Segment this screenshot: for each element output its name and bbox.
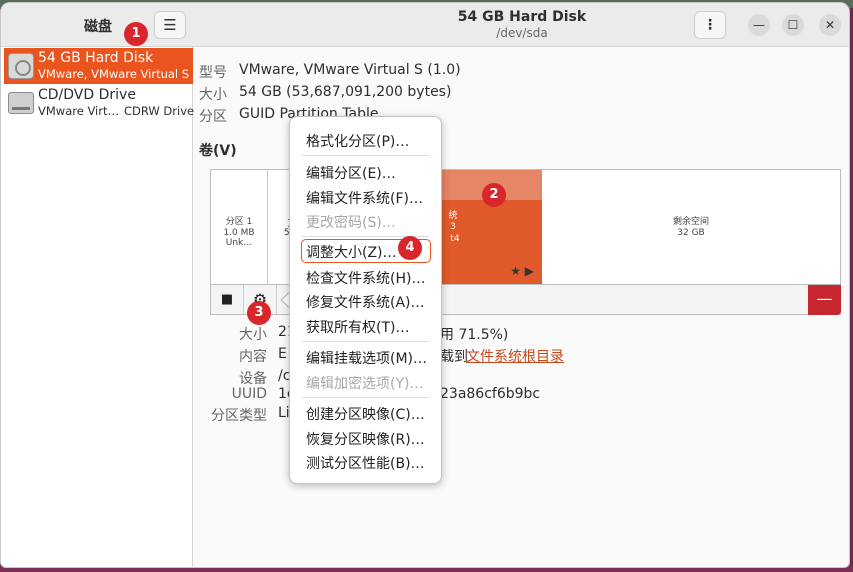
segment-size: 3 (450, 222, 456, 232)
drive-item-cd-dvd[interactable]: CD/DVD Drive VMware Virt… CDRW Drive (4, 85, 195, 121)
drive-list-pane: 磁盘 ☰ 54 GB Hard Disk VMware, VMware Virt… (1, 3, 195, 567)
menu-separator (302, 397, 429, 398)
drive-name: CD/DVD Drive (38, 87, 136, 103)
drive-item-hard-disk[interactable]: 54 GB Hard Disk VMware, VMware Virtual S (4, 48, 193, 84)
menu-item-edit-encryption-options: 编辑加密选项(Y)… (306, 376, 424, 392)
annotation-badge-2: 2 (482, 183, 506, 207)
header-bar: 54 GB Hard Disk /dev/sda ⋮ — ☐ ✕ (193, 3, 849, 47)
menu-item-change-passphrase: 更改密码(S)… (306, 215, 396, 231)
partition-content-label: 内容 (239, 349, 267, 365)
left-header: 磁盘 ☰ (1, 3, 193, 47)
stop-icon: ■ (220, 292, 234, 307)
partition-content-mounted: 载到 (440, 349, 468, 365)
segment-fstype: t4 (450, 234, 460, 244)
menu-item-resize[interactable]: 调整大小(Z)… (306, 242, 397, 262)
app-title: 磁盘 (84, 19, 112, 35)
minus-icon: — (816, 289, 833, 308)
drive-name: 54 GB Hard Disk (38, 50, 154, 66)
close-button[interactable]: ✕ (819, 14, 841, 36)
minimize-button[interactable]: — (748, 14, 770, 36)
menu-item-repair-filesystem[interactable]: 修复文件系统(A)… (306, 292, 425, 312)
segment-label: 剩余空间 (672, 217, 709, 227)
hamburger-icon: ☰ (163, 16, 177, 34)
menu-item-create-partition-image[interactable]: 创建分区映像(C)… (306, 404, 425, 424)
segment-label: 分区 1 (225, 217, 253, 227)
menu-separator (302, 341, 429, 342)
menu-separator (302, 155, 429, 156)
hard-disk-icon (8, 53, 34, 79)
drive-subtitle: VMware Virt… (38, 104, 119, 118)
menu-item-take-ownership[interactable]: 获取所有权(T)… (306, 317, 409, 337)
menu-item-edit-partition[interactable]: 编辑分区(E)… (306, 163, 396, 183)
size-value: 54 GB (53,687,091,200 bytes) (239, 84, 452, 100)
disks-window: 磁盘 ☰ 54 GB Hard Disk VMware, VMware Virt… (0, 2, 850, 568)
annotation-badge-4: 4 (398, 236, 422, 260)
partition-content-value: E (278, 346, 287, 362)
annotation-badge-3: 3 (247, 301, 271, 325)
partition-uuid-tail: 23a86cf6b9bc (440, 386, 541, 402)
partition-type-value: Li (278, 405, 290, 421)
volume-segment-free-space[interactable]: 剩余空间 32 GB (542, 170, 840, 284)
optical-drive-icon (8, 92, 34, 114)
minimize-icon: — (753, 18, 765, 32)
drive-options-button[interactable]: ⋮ (694, 11, 726, 39)
unmount-button[interactable]: ■ (211, 285, 244, 314)
partition-uuid-label: UUID (231, 386, 267, 402)
kebab-menu-icon: ⋮ (703, 17, 717, 33)
mounted-star-play-icon: ★ ▶ (510, 264, 534, 278)
menu-item-restore-partition-image[interactable]: 恢复分区映像(R)… (306, 429, 425, 449)
menu-item-edit-filesystem[interactable]: 编辑文件系统(F)… (306, 188, 423, 208)
close-icon: ✕ (824, 18, 836, 32)
partition-type-label: 分区类型 (211, 408, 267, 424)
segment-label: 统 (448, 211, 458, 221)
maximize-button[interactable]: ☐ (782, 14, 804, 36)
menu-item-format-partition[interactable]: 格式化分区(P)… (306, 131, 409, 151)
segment-size: 32 GB (677, 228, 705, 238)
model-label: 型号 (199, 65, 227, 81)
drive-type: CDRW Drive (124, 104, 195, 118)
menu-item-benchmark-partition[interactable]: 测试分区性能(B)… (306, 453, 425, 473)
partition-size-usage: 用 71.5%) (440, 327, 509, 343)
annotation-badge-1: 1 (124, 22, 148, 46)
main-menu-button[interactable]: ☰ (154, 11, 186, 39)
volume-segment-partition-1[interactable]: 分区 1 1.0 MB Unk… (211, 170, 268, 284)
partition-size-label: 大小 (239, 327, 267, 343)
partition-device-label: 设备 (239, 371, 267, 387)
maximize-icon: ☐ (787, 18, 799, 32)
partitioning-label: 分区 (199, 109, 227, 125)
partition-context-menu: 格式化分区(P)… 编辑分区(E)… 编辑文件系统(F)… 更改密码(S)… 调… (289, 116, 442, 484)
menu-item-edit-mount-options[interactable]: 编辑挂载选项(M)… (306, 348, 427, 368)
size-label: 大小 (199, 87, 227, 103)
volumes-heading: 卷(V) (199, 143, 237, 159)
menu-item-check-filesystem[interactable]: 检查文件系统(H)… (306, 268, 425, 288)
delete-partition-button[interactable]: — (808, 285, 841, 315)
model-value: VMware, VMware Virtual S (1.0) (239, 62, 461, 78)
filesystem-root-link[interactable]: 文件系统根目录 (466, 346, 564, 366)
drive-subtitle: VMware, VMware Virtual S (38, 67, 190, 81)
segment-size: 1.0 MB Unk… (223, 228, 255, 248)
